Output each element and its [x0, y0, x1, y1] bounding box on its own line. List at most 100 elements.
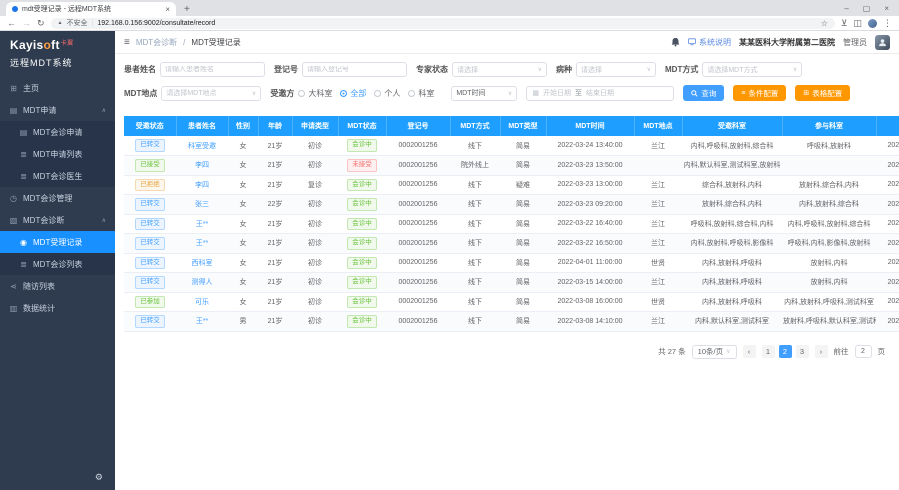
refresh-icon[interactable]: ↻ — [37, 19, 45, 28]
table-config-button[interactable]: ⊞表格配置 — [795, 85, 850, 101]
table-row[interactable]: 已转交王**男21岁初诊会诊中0002001256线下简易2022-03-08 … — [124, 312, 899, 332]
cell-mdt_type: 简易 — [500, 253, 546, 273]
table-row[interactable]: 已转交测得人女21岁初诊会诊中0002001256线下简易2022-03-15 … — [124, 273, 899, 293]
page-size-select[interactable]: 10条/页∨ — [692, 345, 737, 359]
filter-panel: 患者姓名 登记号 专家状态 请选择∨ 病种 请选择∨ MDT方式 请选择 — [115, 54, 899, 112]
sidebar-item-mdt-consult-apply[interactable]: ▤MDT会诊申请 — [0, 121, 115, 143]
extensions-icon[interactable]: ◫ — [853, 19, 862, 28]
user-avatar[interactable] — [875, 35, 890, 50]
reg-no-input[interactable] — [307, 66, 402, 73]
hamburger-icon[interactable]: ≡ — [124, 37, 130, 48]
table-row[interactable]: 已拒绝李四女21岁复诊会诊中0002001256线下疑难2022-03-23 1… — [124, 175, 899, 195]
search-icon — [691, 90, 698, 97]
prev-page-button[interactable]: ‹ — [743, 345, 756, 358]
cell-patient: 王** — [176, 234, 228, 254]
list-icon: ≡ — [741, 90, 745, 97]
search-button[interactable]: 查询 — [683, 85, 724, 101]
goto-page-input[interactable] — [855, 345, 872, 358]
radio-personal[interactable]: 个人 — [374, 88, 400, 99]
radio-big-dept[interactable]: 大科室 — [298, 88, 332, 99]
cell-invited_depts: 放射科,综合科,内科 — [682, 195, 782, 215]
cell-mdt_time: 2022-03-23 09:20:00 — [546, 195, 634, 215]
sidebar-item-mdt-consult[interactable]: ▧MDT会诊断∧ — [0, 209, 115, 231]
patient-link[interactable]: 张三 — [195, 201, 209, 208]
new-tab-button[interactable]: + — [184, 4, 190, 15]
chevron-up-icon: ∧ — [102, 217, 106, 224]
close-button[interactable]: × — [884, 4, 889, 13]
patient-link[interactable]: 李四 — [195, 162, 209, 169]
expert-status-select[interactable]: 请选择∨ — [452, 62, 547, 77]
table-row[interactable]: 已参加可乐女21岁初诊会诊中0002001256线下简易2022-03-08 1… — [124, 292, 899, 312]
page-button-3[interactable]: 3 — [796, 345, 809, 358]
table-row[interactable]: 已接受李四女21岁初诊未接受0002001256院外线上简易2022-03-23… — [124, 156, 899, 176]
table-row[interactable]: 已转交西科室女21岁初诊会诊中0002001256线下简易2022-04-01 … — [124, 253, 899, 273]
cell-mdt_place: 兰江 — [634, 195, 682, 215]
gear-icon[interactable]: ⚙ — [95, 472, 103, 483]
table-row[interactable]: 已转交王**女21岁初诊会诊中0002001256线下简易2022-03-22 … — [124, 234, 899, 254]
sidebar-item-mdt-consult-list[interactable]: ≣MDT会诊列表 — [0, 253, 115, 275]
system-help-link[interactable]: 系统说明 — [688, 37, 731, 48]
column-header-apply_time: 申请时间 — [876, 116, 899, 136]
cell-apply_time: 2022-03-23 13:41:45 — [876, 156, 899, 176]
patient-name-input[interactable] — [165, 66, 260, 73]
date-range-picker[interactable]: ▦ 开始日期 至 结束日期 — [526, 86, 674, 101]
cell-invited_depts: 综合科,放射科,内科 — [682, 175, 782, 195]
address-bar[interactable]: ▲ 不安全 | 192.168.0.156:9002/consultate/re… — [51, 18, 835, 29]
patient-link[interactable]: 王** — [196, 318, 208, 325]
cell-mdt_mode: 线下 — [450, 195, 500, 215]
disease-select[interactable]: 请选择∨ — [576, 62, 656, 77]
downloads-icon[interactable]: ⊻ — [841, 19, 848, 28]
patient-link[interactable]: 西科室 — [192, 260, 213, 267]
sidebar-item-mdt-consult-manage[interactable]: ◷MDT会诊管理 — [0, 187, 115, 209]
next-page-button[interactable]: › — [815, 345, 828, 358]
table-row[interactable]: 已转交王**女21岁初诊会诊中0002001256线下简易2022-03-22 … — [124, 214, 899, 234]
cell-apply_type: 复诊 — [292, 175, 338, 195]
sidebar-item-mdt-apply[interactable]: ▤MDT申请∧ — [0, 99, 115, 121]
cell-apply_type: 初诊 — [292, 136, 338, 156]
radio-dept[interactable]: 科室 — [408, 88, 434, 99]
sidebar-item-mdt-apply-list[interactable]: ≣MDT申请列表 — [0, 143, 115, 165]
sidebar-item-label: 随访列表 — [23, 281, 55, 292]
status-badge: 会诊中 — [347, 276, 377, 289]
status-badge: 会诊中 — [347, 218, 377, 231]
cell-age: 21岁 — [258, 253, 292, 273]
minimize-button[interactable]: – — [844, 4, 848, 13]
patient-link[interactable]: 可乐 — [195, 299, 209, 306]
sidebar-item-home[interactable]: ⊞主页 — [0, 77, 115, 99]
bell-icon[interactable] — [671, 37, 680, 47]
mdt-mode-select[interactable]: 请选择MDT方式∨ — [702, 62, 802, 77]
page-button-1[interactable]: 1 — [762, 345, 775, 358]
condition-config-button[interactable]: ≡条件配置 — [733, 85, 786, 101]
patient-link[interactable]: 王** — [196, 221, 208, 228]
sidebar-item-mdt-record[interactable]: ◉MDT受理记录 — [0, 231, 115, 253]
table-row[interactable]: 已转交科室受邀女21岁初诊会诊中0002001256线下简易2022-03-24… — [124, 136, 899, 156]
status-badge: 已转交 — [135, 315, 165, 328]
header-right: 系统说明 某某医科大学附属第二医院 管理员 — [671, 35, 890, 50]
patient-link[interactable]: 测得人 — [192, 279, 213, 286]
mdt-place-select[interactable]: 请选择MDT地点∨ — [161, 86, 261, 101]
status-badge: 已转交 — [135, 218, 165, 231]
bookmark-star-icon[interactable]: ☆ — [821, 19, 828, 28]
table-row[interactable]: 已转交张三女22岁初诊会诊中0002001256线下简易2022-03-23 0… — [124, 195, 899, 215]
cell-invite_status: 已参加 — [124, 292, 176, 312]
page-button-2[interactable]: 2 — [779, 345, 792, 358]
sidebar-item-followup-list[interactable]: ⋖随访列表 — [0, 275, 115, 297]
menu-dots-icon[interactable]: ⋮ — [883, 19, 892, 28]
sidebar-item-mdt-consult-doctor[interactable]: ≣MDT会诊医生 — [0, 165, 115, 187]
browser-tab[interactable]: mdt受理记录 - 远程MDT系统 × — [6, 2, 176, 16]
cell-mdt_type: 简易 — [500, 273, 546, 293]
cell-mdt_type: 简易 — [500, 156, 546, 176]
patient-link[interactable]: 王** — [196, 240, 208, 247]
patient-link[interactable]: 李四 — [195, 182, 209, 189]
maximize-button[interactable]: ▢ — [863, 4, 871, 13]
sidebar-item-statistics[interactable]: ▥数据统计 — [0, 297, 115, 319]
mdt-time-select[interactable]: MDT时间∨ — [451, 86, 517, 101]
cell-age: 22岁 — [258, 195, 292, 215]
patient-link[interactable]: 科室受邀 — [188, 143, 216, 150]
radio-all[interactable]: 全部 — [340, 88, 366, 99]
chevron-down-icon: ∨ — [508, 90, 512, 97]
browser-profile-avatar[interactable] — [868, 19, 877, 28]
back-icon[interactable]: ← — [7, 19, 16, 28]
tab-close-icon[interactable]: × — [165, 5, 170, 14]
forward-icon[interactable]: → — [22, 19, 31, 28]
